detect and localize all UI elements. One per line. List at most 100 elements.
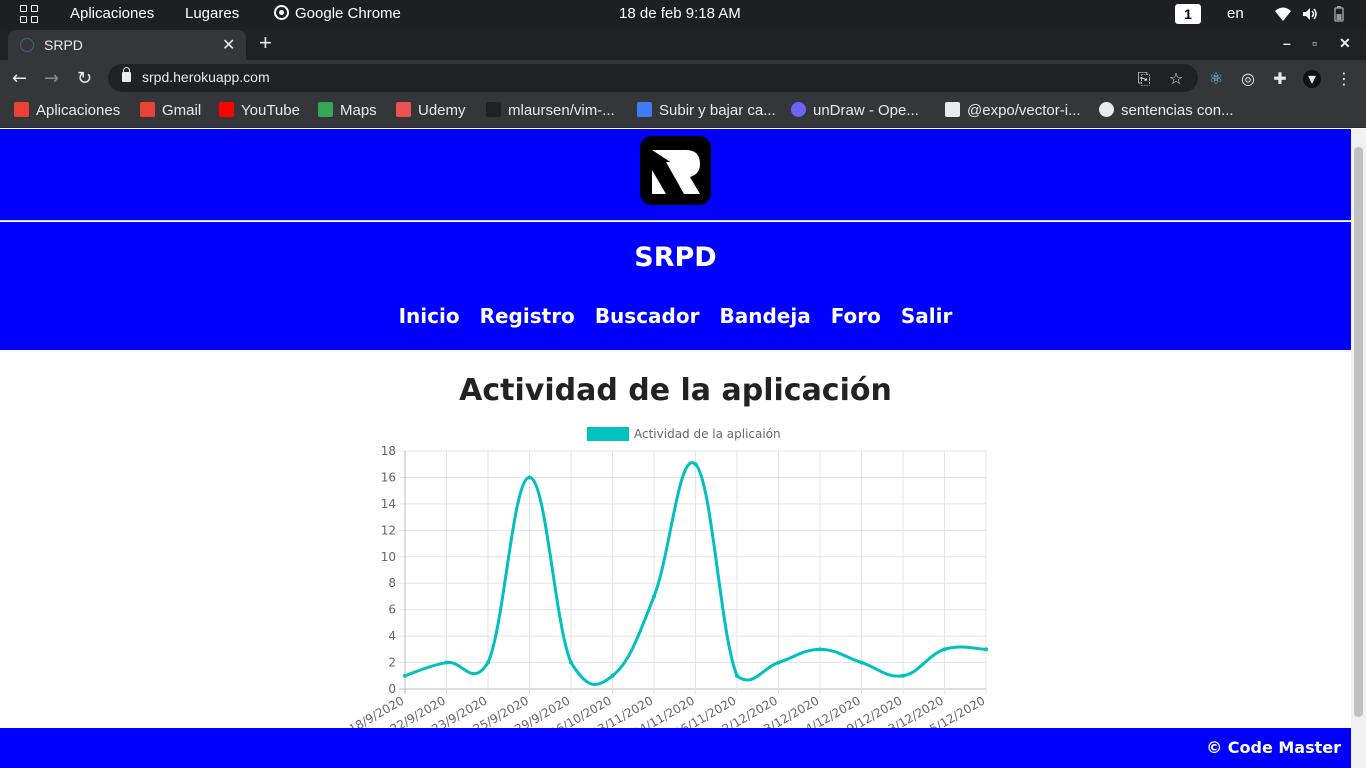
globe-icon — [20, 38, 34, 52]
bookmarks-bar: Aplicaciones Gmail YouTube Maps Udemy mlaurse… — [0, 96, 1366, 128]
nav-buscador[interactable]: Buscador — [595, 304, 700, 328]
os-top-bar: Aplicaciones Lugares Google Chrome 18 de… — [0, 0, 1366, 28]
data-point[interactable] — [901, 673, 905, 678]
bookmark-7[interactable]: unDraw - Ope... — [791, 102, 919, 119]
nav-inicio[interactable]: Inicio — [399, 304, 460, 328]
data-point[interactable] — [818, 647, 822, 652]
data-point[interactable] — [776, 660, 781, 665]
bookmark-1[interactable]: Gmail — [140, 102, 201, 119]
y-tick-label: 18 — [381, 444, 396, 458]
react-devtools-icon[interactable]: ⚛ — [1207, 70, 1225, 88]
data-point[interactable] — [610, 673, 615, 678]
tab-srpd[interactable]: SRPD ✕ — [8, 30, 246, 60]
bookmark-label: sentencias con... — [1121, 102, 1234, 119]
bookmark-label: Maps — [340, 102, 377, 119]
nav-bandeja[interactable]: Bandeja — [719, 304, 810, 328]
activities-menu[interactable]: Aplicaciones — [70, 5, 154, 22]
battery-icon[interactable] — [1330, 5, 1348, 23]
data-point[interactable] — [403, 673, 407, 678]
reload-icon[interactable]: ↻ — [77, 68, 92, 89]
nav-salir[interactable]: Salir — [901, 304, 952, 328]
site-nav-header: SRPD Inicio Registro Buscador Bandeja Fo… — [0, 222, 1351, 350]
tab-strip: SRPD ✕ — [0, 28, 1366, 60]
bookmark-2[interactable]: YouTube — [219, 102, 300, 119]
places-menu[interactable]: Lugares — [185, 5, 239, 22]
minimize-icon[interactable]: – — [1283, 35, 1291, 51]
clock[interactable]: 18 de feb 9:18 AM — [619, 5, 741, 22]
data-point[interactable] — [486, 660, 490, 665]
page-viewport: SRPD Inicio Registro Buscador Bandeja Fo… — [0, 129, 1351, 768]
legend-swatch[interactable] — [587, 427, 629, 441]
lock-icon[interactable] — [122, 67, 131, 82]
site-footer: © Code Master — [0, 728, 1351, 768]
data-point[interactable] — [527, 475, 532, 480]
site-logo[interactable] — [640, 136, 711, 205]
profile-avatar-icon[interactable]: ▾ — [1303, 70, 1321, 88]
globe-icon — [1099, 102, 1114, 117]
apps-grid-icon — [14, 102, 29, 117]
github-icon — [486, 102, 501, 117]
bookmark-5[interactable]: mlaursen/vim-... — [486, 102, 615, 119]
bookmark-4[interactable]: Udemy — [396, 102, 466, 119]
close-tab-icon[interactable]: ✕ — [222, 35, 235, 55]
data-point[interactable] — [859, 660, 864, 665]
udemy-icon — [396, 102, 411, 117]
bookmark-label: Udemy — [418, 102, 466, 119]
bookmark-label: unDraw - Ope... — [813, 102, 919, 119]
bookmark-star-icon[interactable]: ☆ — [1167, 70, 1185, 88]
close-window-icon[interactable]: ✕ — [1339, 35, 1351, 52]
chrome-menu-icon[interactable]: ⋮ — [1335, 70, 1353, 88]
page-scrollbar[interactable] — [1351, 129, 1366, 768]
url-text[interactable]: srpd.herokuapp.com — [142, 69, 270, 85]
bookmark-6[interactable]: Subir y bajar ca... — [637, 102, 776, 119]
volume-icon[interactable] — [1301, 5, 1319, 23]
maximize-icon[interactable]: ▫ — [1312, 35, 1317, 51]
install-app-icon[interactable]: ⎘ — [1135, 70, 1153, 88]
data-point[interactable] — [942, 647, 947, 652]
extensions-puzzle-icon[interactable]: ✚ — [1271, 70, 1289, 88]
section-title: Actividad de la aplicación — [459, 373, 892, 408]
address-bar[interactable]: srpd.herokuapp.com — [108, 64, 1198, 92]
data-point[interactable] — [652, 594, 656, 599]
scrollbar-thumb[interactable] — [1354, 147, 1363, 717]
tab-title: SRPD — [44, 37, 83, 53]
workspace-indicator[interactable]: 1 — [1175, 4, 1201, 24]
bookmark-label: Gmail — [162, 102, 202, 119]
y-tick-label: 12 — [381, 523, 396, 537]
bookmark-3[interactable]: Maps — [318, 102, 377, 119]
nav-registro[interactable]: Registro — [480, 304, 575, 328]
extension-target-icon[interactable]: ◎ — [1239, 70, 1257, 88]
activity-chart[interactable]: Actividad de la aplicaión 0 2 4 6 8 10 12 14 16 18… — [350, 419, 1000, 729]
data-point[interactable] — [569, 660, 573, 665]
nav-foro[interactable]: Foro — [831, 304, 881, 328]
bookmark-0[interactable]: Aplicaciones — [14, 102, 120, 119]
bookmark-label: mlaursen/vim-... — [508, 102, 615, 119]
bookmark-label: Subir y bajar ca... — [659, 102, 776, 119]
data-point[interactable] — [984, 647, 988, 652]
y-tick-label: 10 — [381, 550, 396, 564]
data-point[interactable] — [444, 660, 449, 665]
new-tab-icon[interactable]: + — [259, 30, 272, 56]
wifi-icon[interactable] — [1274, 5, 1292, 23]
footer-copyright: © Code Master — [1206, 738, 1341, 757]
legend-label[interactable]: Actividad de la aplicaión — [634, 427, 781, 441]
bookmark-9[interactable]: sentencias con... — [1099, 102, 1234, 119]
forward-icon[interactable]: → — [44, 68, 59, 89]
bookmark-label: YouTube — [241, 102, 300, 119]
y-tick-label: 0 — [388, 682, 396, 696]
data-point[interactable] — [693, 462, 698, 467]
app-grid-icon[interactable] — [20, 5, 38, 23]
stack-icon — [637, 102, 652, 117]
y-tick-label: 4 — [388, 629, 396, 643]
undraw-icon — [791, 102, 806, 117]
y-tick-label: 2 — [388, 656, 396, 670]
expo-icon — [945, 102, 960, 117]
app-menu[interactable]: Google Chrome — [274, 5, 401, 22]
y-tick-label: 6 — [388, 603, 396, 617]
data-point[interactable] — [735, 673, 739, 678]
bookmark-8[interactable]: @expo/vector-i... — [945, 102, 1081, 119]
app-menu-label: Google Chrome — [295, 5, 401, 22]
keyboard-layout[interactable]: en — [1227, 5, 1244, 22]
back-icon[interactable]: ← — [12, 68, 27, 89]
main-nav: Inicio Registro Buscador Bandeja Foro Sa… — [0, 304, 1351, 328]
